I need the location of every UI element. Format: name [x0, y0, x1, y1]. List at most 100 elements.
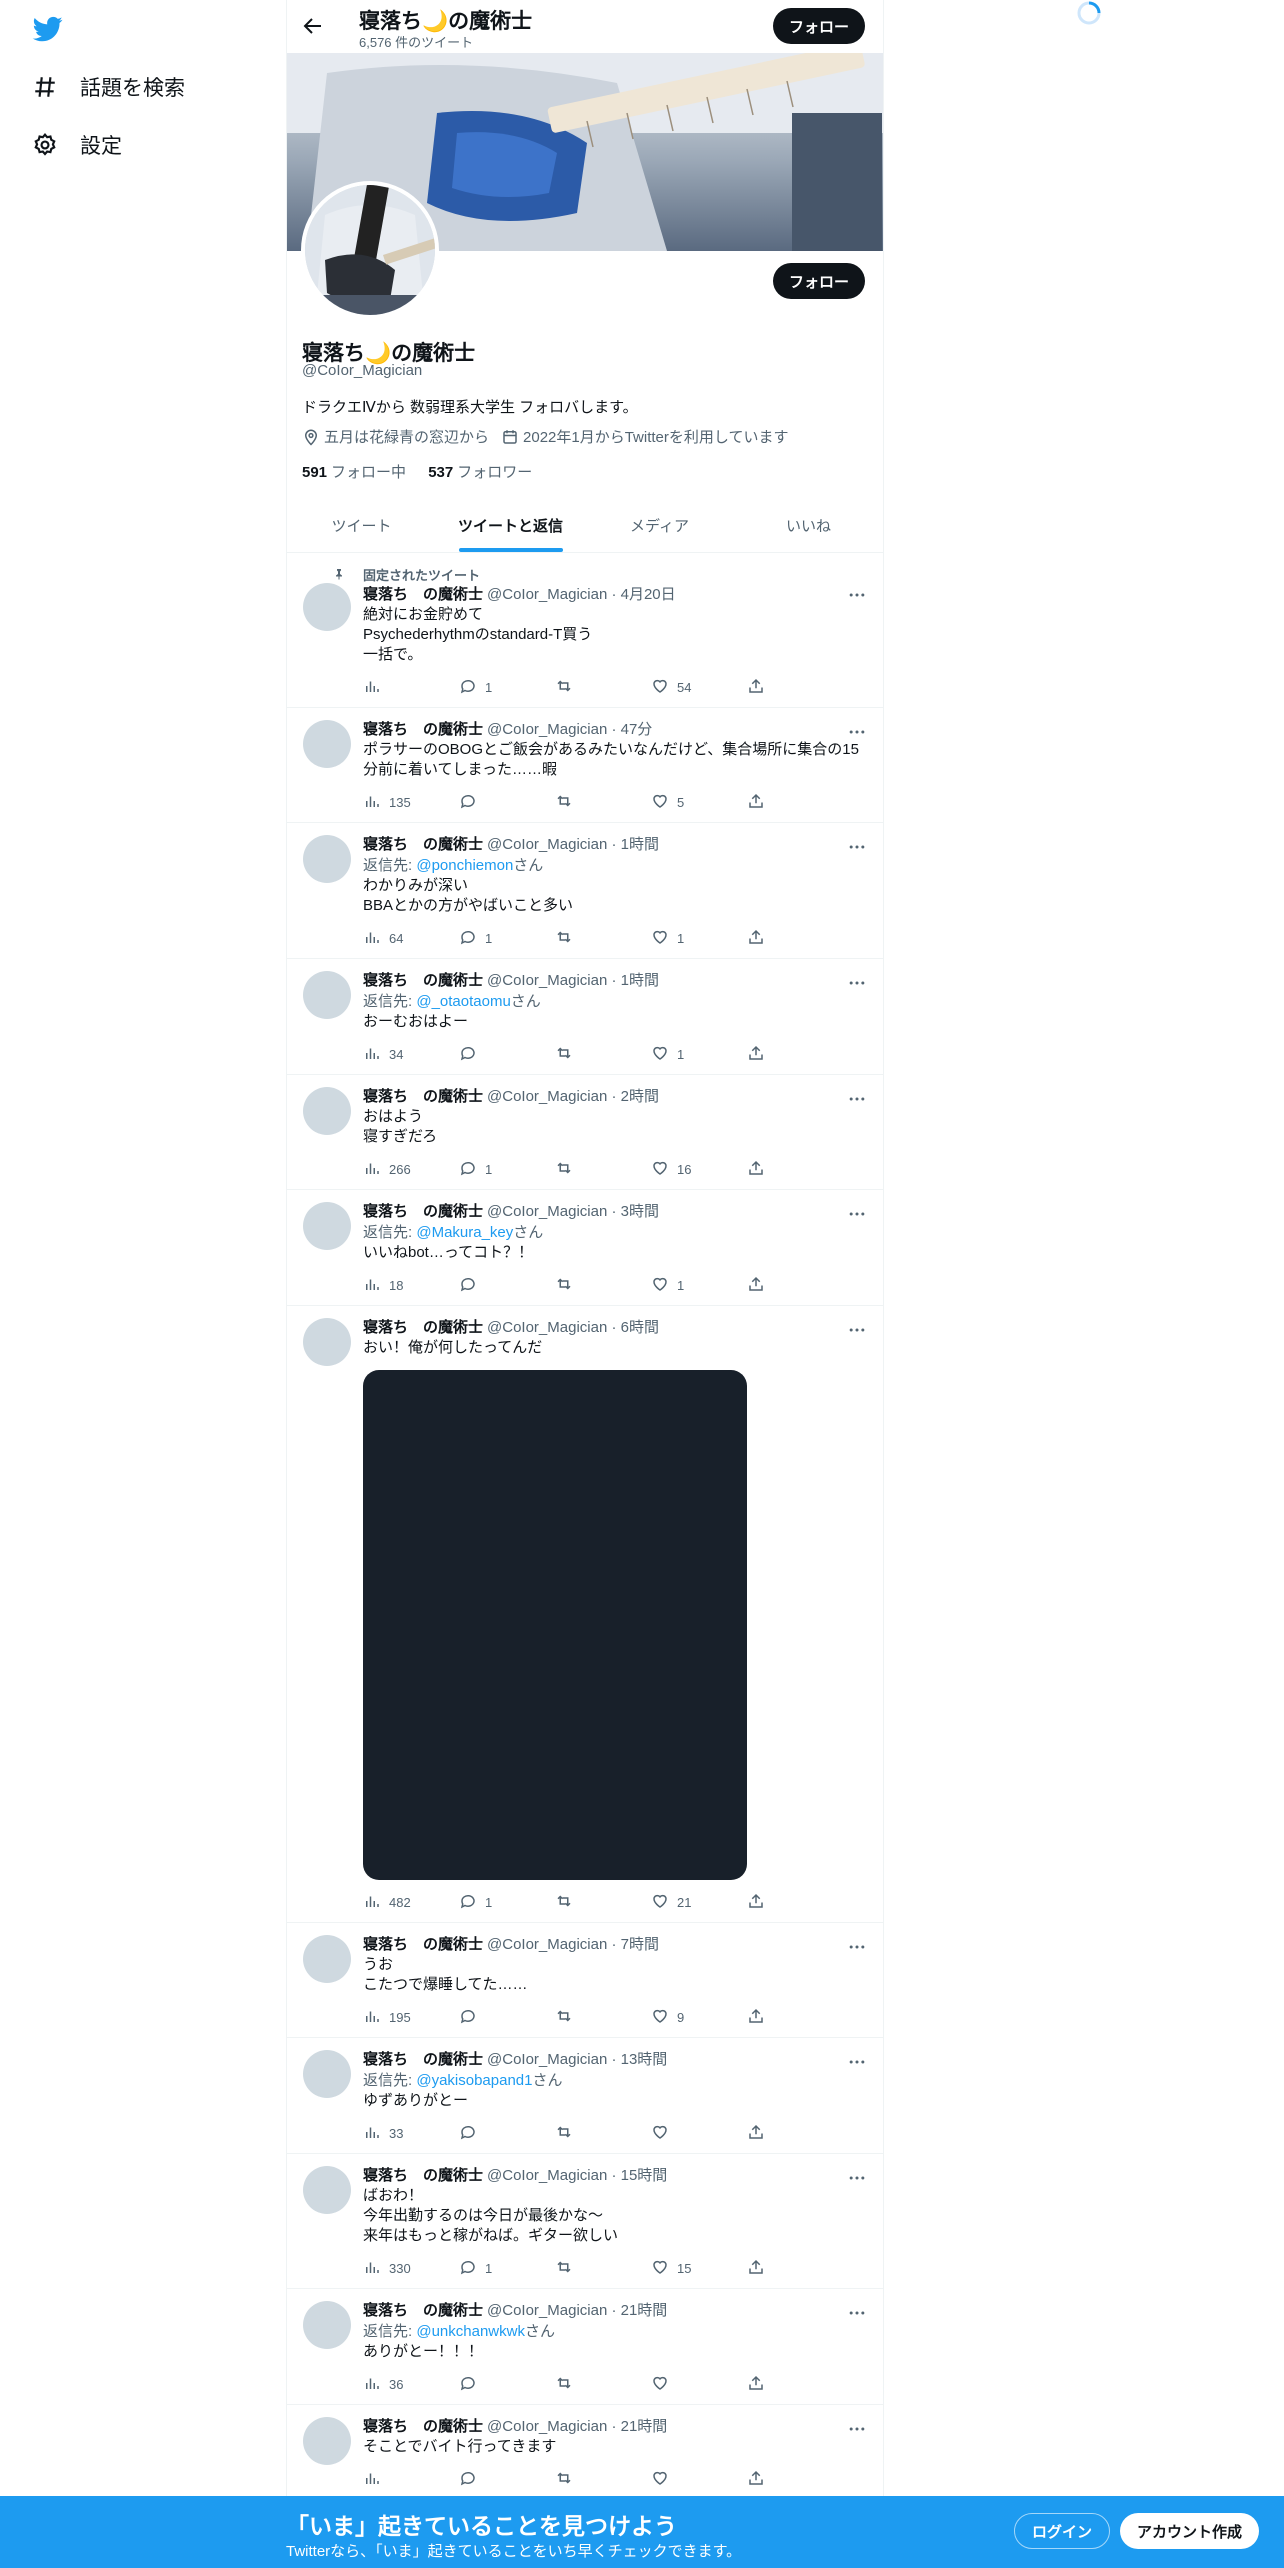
- views-button[interactable]: [363, 677, 459, 698]
- more-options-icon[interactable]: [847, 2303, 867, 2323]
- tweet-avatar[interactable]: [303, 2166, 351, 2214]
- header-follow-button[interactable]: フォロー: [773, 8, 866, 44]
- tweet-handle-time[interactable]: @CoIor_Magician · 6時間: [487, 1318, 659, 1338]
- tweet[interactable]: 寝落ち の魔術士 @CoIor_Magician · 7時間 うお こたつで爆睡して…: [287, 1923, 883, 2038]
- like-button[interactable]: 9: [651, 2007, 747, 2028]
- reply-button[interactable]: [459, 1044, 555, 1065]
- share-button[interactable]: [747, 2374, 843, 2395]
- tab-media[interactable]: メディア: [585, 500, 734, 552]
- more-options-icon[interactable]: [847, 973, 867, 993]
- tab-likes[interactable]: いいね: [734, 500, 883, 552]
- share-button[interactable]: [747, 1159, 843, 1180]
- more-options-icon[interactable]: [847, 2168, 867, 2188]
- like-button[interactable]: 54: [651, 677, 747, 698]
- tweet-media-image[interactable]: [363, 1370, 747, 1880]
- tweet-avatar[interactable]: [303, 835, 351, 883]
- tweet-handle-time[interactable]: @CoIor_Magician · 3時間: [487, 1202, 659, 1222]
- tab-tweets-and-replies[interactable]: ツイートと返信: [436, 500, 585, 552]
- following-link[interactable]: 591 フォロー中: [302, 464, 406, 481]
- reply-button[interactable]: [459, 1275, 555, 1296]
- reply-button[interactable]: [459, 2007, 555, 2028]
- like-button[interactable]: 15: [651, 2258, 747, 2279]
- reply-button[interactable]: [459, 2123, 555, 2144]
- reply-to-link[interactable]: @unkchanwkwk: [416, 2323, 525, 2340]
- tweet-handle-time[interactable]: @CoIor_Magician · 13時間: [487, 2050, 667, 2070]
- tweet-author-name[interactable]: 寝落ち の魔術士: [363, 971, 483, 991]
- retweet-button[interactable]: [555, 928, 651, 949]
- more-options-icon[interactable]: [847, 1204, 867, 1224]
- share-button[interactable]: [747, 1275, 843, 1296]
- tweet-handle-time[interactable]: @CoIor_Magician · 21時間: [487, 2301, 667, 2321]
- tweet-handle-time[interactable]: @CoIor_Magician · 21時間: [487, 2417, 667, 2437]
- tweet-avatar[interactable]: [303, 720, 351, 768]
- tweet-avatar[interactable]: [303, 2050, 351, 2098]
- retweet-button[interactable]: [555, 1275, 651, 1296]
- tweet-author-name[interactable]: 寝落ち の魔術士: [363, 720, 483, 740]
- reply-to-link[interactable]: @ponchiemon: [416, 857, 513, 874]
- tweet[interactable]: 寝落ち の魔術士 @CoIor_Magician · 47分 ポラサーのOBOGとご…: [287, 708, 883, 823]
- more-options-icon[interactable]: [847, 1320, 867, 1340]
- tweet-author-name[interactable]: 寝落ち の魔術士: [363, 2050, 483, 2070]
- tweet-handle-time[interactable]: @CoIor_Magician · 2時間: [487, 1087, 659, 1107]
- more-options-icon[interactable]: [847, 722, 867, 742]
- tweet[interactable]: 寝落ち の魔術士 @CoIor_Magician · 15時間 ばおわ！ 今年出勤す…: [287, 2154, 883, 2289]
- reply-button[interactable]: 1: [459, 2258, 555, 2279]
- like-button[interactable]: 1: [651, 1275, 747, 1296]
- followers-link[interactable]: 537 フォロワー: [428, 464, 532, 481]
- tweet-author-name[interactable]: 寝落ち の魔術士: [363, 2301, 483, 2321]
- retweet-button[interactable]: [555, 1044, 651, 1065]
- tweet-author-name[interactable]: 寝落ち の魔術士: [363, 585, 483, 605]
- like-button[interactable]: 1: [651, 928, 747, 949]
- views-button[interactable]: 64: [363, 928, 459, 949]
- tweet-avatar[interactable]: [303, 1935, 351, 1983]
- tweet-author-name[interactable]: 寝落ち の魔術士: [363, 2166, 483, 2186]
- retweet-button[interactable]: [555, 2258, 651, 2279]
- signup-button[interactable]: アカウント作成: [1120, 2513, 1260, 2549]
- tweet-author-name[interactable]: 寝落ち の魔術士: [363, 2417, 483, 2437]
- more-options-icon[interactable]: [847, 1937, 867, 1957]
- nav-explore[interactable]: 話題を検索: [30, 67, 185, 107]
- views-button[interactable]: 195: [363, 2007, 459, 2028]
- share-button[interactable]: [747, 2469, 843, 2490]
- tweet-handle-time[interactable]: @CoIor_Magician · 15時間: [487, 2166, 667, 2186]
- tweet-author-name[interactable]: 寝落ち の魔術士: [363, 1935, 483, 1955]
- tweet-handle-time[interactable]: @CoIor_Magician · 1時間: [487, 835, 659, 855]
- tweet-handle-time[interactable]: @CoIor_Magician · 1時間: [487, 971, 659, 991]
- back-arrow-icon[interactable]: [301, 14, 325, 38]
- tweet-avatar[interactable]: [303, 2301, 351, 2349]
- twitter-bird-icon[interactable]: [30, 14, 66, 44]
- views-button[interactable]: 18: [363, 1275, 459, 1296]
- tweet[interactable]: 寝落ち の魔術士 @CoIor_Magician · 1時間 返信先: @ponch…: [287, 823, 883, 959]
- views-button[interactable]: 33: [363, 2123, 459, 2144]
- views-button[interactable]: 482: [363, 1892, 459, 1913]
- tweet-avatar[interactable]: [303, 2417, 351, 2465]
- views-button[interactable]: 135: [363, 792, 459, 813]
- retweet-button[interactable]: [555, 2469, 651, 2490]
- views-button[interactable]: 330: [363, 2258, 459, 2279]
- tweet-handle-time[interactable]: @CoIor_Magician · 7時間: [487, 1935, 659, 1955]
- share-button[interactable]: [747, 2123, 843, 2144]
- retweet-button[interactable]: [555, 1892, 651, 1913]
- tweet-avatar[interactable]: [303, 971, 351, 1019]
- tweet[interactable]: 寝落ち の魔術士 @CoIor_Magician · 21時間 そことでバイト行って…: [287, 2405, 883, 2500]
- like-button[interactable]: [651, 2374, 747, 2395]
- nav-settings[interactable]: 設定: [30, 125, 122, 165]
- tweet-avatar[interactable]: [303, 1318, 351, 1366]
- tweet-author-name[interactable]: 寝落ち の魔術士: [363, 835, 483, 855]
- tweet-handle-time[interactable]: @CoIor_Magician · 47分: [487, 720, 652, 740]
- share-button[interactable]: [747, 2258, 843, 2279]
- reply-to-link[interactable]: @Makura_key: [416, 1224, 513, 1241]
- reply-button[interactable]: [459, 2469, 555, 2490]
- tweet[interactable]: 寝落ち の魔術士 @CoIor_Magician · 13時間 返信先: @yaki…: [287, 2038, 883, 2154]
- retweet-button[interactable]: [555, 2123, 651, 2144]
- tweet-avatar[interactable]: [303, 583, 351, 631]
- retweet-button[interactable]: [555, 2374, 651, 2395]
- reply-button[interactable]: 1: [459, 1159, 555, 1180]
- tweet[interactable]: 寝落ち の魔術士 @CoIor_Magician · 21時間 返信先: @unkc…: [287, 2289, 883, 2405]
- share-button[interactable]: [747, 792, 843, 813]
- reply-button[interactable]: [459, 792, 555, 813]
- like-button[interactable]: [651, 2469, 747, 2490]
- share-button[interactable]: [747, 677, 843, 698]
- more-options-icon[interactable]: [847, 2052, 867, 2072]
- retweet-button[interactable]: [555, 792, 651, 813]
